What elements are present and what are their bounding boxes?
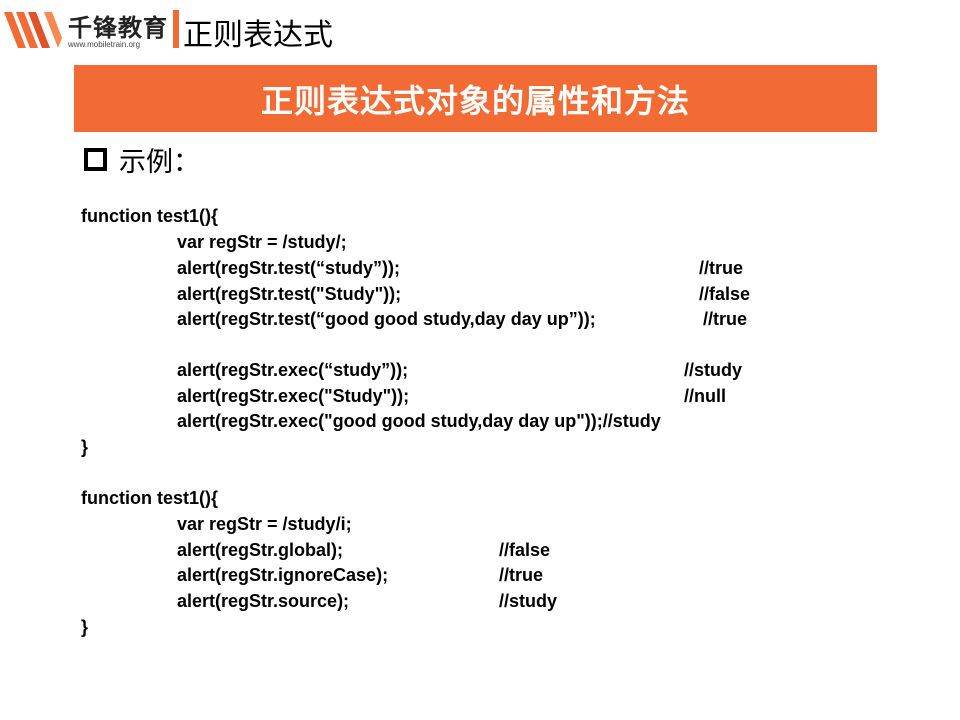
code-block1-open: function test1(){ bbox=[81, 206, 218, 226]
code-line: alert(regStr.test(“good good study,day d… bbox=[177, 309, 596, 329]
code-block2-open: function test1(){ bbox=[81, 488, 218, 508]
code-block1-close: } bbox=[81, 437, 89, 457]
code-line: alert(regStr.global); bbox=[177, 540, 344, 560]
code-listing: function test1(){ var regStr = /study/; … bbox=[0, 0, 960, 720]
code-line: alert(regStr.exec(“study”)); bbox=[177, 360, 409, 380]
code-line: alert(regStr.ignoreCase); bbox=[177, 565, 389, 585]
code-comment: //true bbox=[499, 565, 544, 585]
code-line: alert(regStr.exec("good good study,day d… bbox=[177, 411, 661, 431]
code-block2-close: } bbox=[81, 617, 89, 637]
code-line: alert(regStr.test("Study")); bbox=[177, 284, 402, 304]
code-comment: //true bbox=[703, 309, 748, 329]
code-line: alert(regStr.test(“study”)); bbox=[177, 258, 401, 278]
code-comment: //false bbox=[499, 540, 551, 560]
code-line: alert(regStr.exec("Study")); bbox=[177, 386, 410, 406]
code-comment: //study bbox=[684, 360, 743, 380]
code-comment: //false bbox=[699, 284, 751, 304]
code-line: var regStr = /study/i; bbox=[177, 514, 352, 534]
code-comment: //study bbox=[499, 591, 558, 611]
code-comment: //null bbox=[684, 386, 726, 406]
code-comment: //true bbox=[699, 258, 744, 278]
code-line: var regStr = /study/; bbox=[177, 232, 347, 252]
code-line: alert(regStr.source); bbox=[177, 591, 350, 611]
